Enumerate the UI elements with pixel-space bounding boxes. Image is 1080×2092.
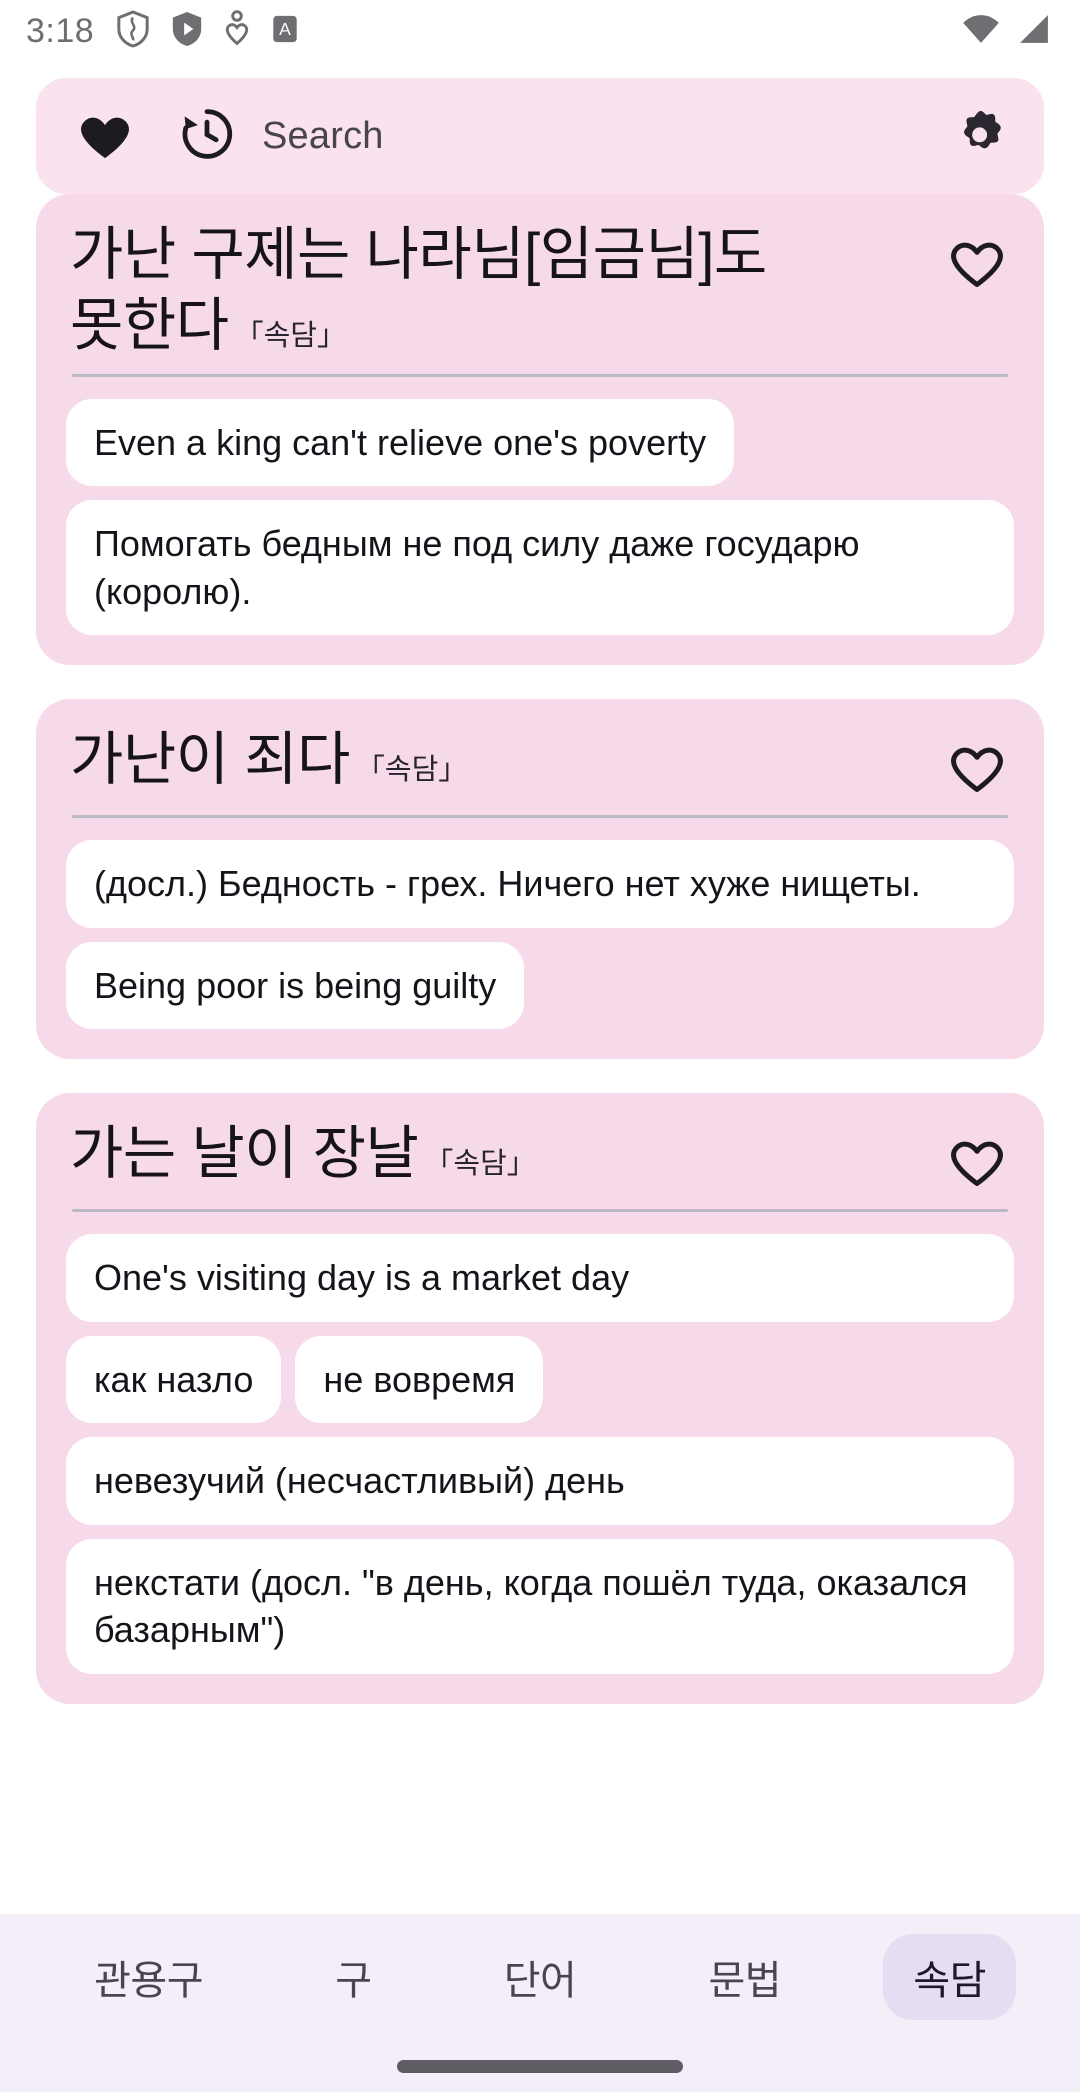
status-bar: 3:18 A xyxy=(0,0,1080,62)
svg-text:A: A xyxy=(279,18,291,38)
card-title-wrap: 가난이 죄다 「속담」 xyxy=(70,725,942,796)
translation-chips: (досл.) Бедность - грех. Ничего нет хуже… xyxy=(62,840,1018,1030)
translation-chip[interactable]: как назло xyxy=(66,1335,282,1424)
title-divider xyxy=(72,1209,1008,1213)
card-title-wrap: 가난 구제는 나라님[임금님]도 못한다 「속담」 xyxy=(70,220,942,362)
status-right-icons xyxy=(960,12,1054,51)
play-badge-icon xyxy=(170,10,204,53)
translation-chip[interactable]: невезучий (несчастливый) день xyxy=(66,1437,1014,1525)
translation-chip[interactable]: некстати (досл. "в день, когда пошёл туд… xyxy=(66,1538,1014,1674)
status-clock: 3:18 xyxy=(26,11,95,50)
shield-icon xyxy=(116,9,150,53)
title-divider xyxy=(72,373,1008,377)
card-header: 가는 날이 장날 「속담」 xyxy=(62,1119,1018,1197)
entry-pos-tag: 「속담」 xyxy=(424,1148,536,1181)
tab-word[interactable]: 단어 xyxy=(474,1934,607,2020)
history-clock-icon[interactable] xyxy=(178,105,236,168)
heart-outline-small-icon xyxy=(224,9,250,53)
tab-grammar[interactable]: 문법 xyxy=(678,1934,811,2020)
tab-bar: 관용구 구 단어 문법 속담 xyxy=(0,1914,1080,2040)
entry-title: 가는 날이 장날 「속담」 xyxy=(70,1119,924,1190)
entry-title-text: 가난 구제는 나라님[임금님]도 못한다 xyxy=(70,222,767,358)
letter-a-badge-icon: A xyxy=(270,10,300,53)
gear-icon[interactable] xyxy=(948,103,1010,170)
home-indicator-wrap xyxy=(0,2040,1080,2092)
results-list[interactable]: 가난 구제는 나라님[임금님]도 못한다 「속담」 Even a king can… xyxy=(0,194,1080,1914)
heart-outline-icon[interactable] xyxy=(946,737,1008,800)
bottom-navigation: 관용구 구 단어 문법 속담 xyxy=(0,1914,1080,2092)
heart-outline-icon[interactable] xyxy=(946,1131,1008,1194)
translation-chips: Even a king can't relieve one's poverty … xyxy=(62,398,1018,636)
heart-filled-icon[interactable] xyxy=(76,107,134,166)
translation-chip[interactable]: Even a king can't relieve one's poverty xyxy=(66,398,735,487)
entry-pos-tag: 「속담」 xyxy=(355,754,468,787)
favorite-button[interactable] xyxy=(942,1127,1012,1197)
entry-title-text: 가는 날이 장날 xyxy=(70,1121,419,1187)
entry-card[interactable]: 가난 구제는 나라님[임금님]도 못한다 「속담」 Even a king can… xyxy=(36,194,1044,666)
entry-title-text: 가난이 죄다 xyxy=(70,727,350,793)
status-left-icons: A xyxy=(116,9,300,53)
card-header: 가난이 죄다 「속담」 xyxy=(62,725,1018,803)
entry-card[interactable]: 가난이 죄다 「속담」 (досл.) Бедность - грех. Ниче… xyxy=(36,699,1044,1060)
translation-chips: One's visiting day is a market day как н… xyxy=(62,1234,1018,1674)
heart-outline-icon[interactable] xyxy=(946,232,1008,295)
cellular-signal-icon xyxy=(1014,12,1054,51)
favorite-button[interactable] xyxy=(942,228,1012,298)
tab-phrase[interactable]: 구 xyxy=(305,1934,401,2020)
card-title-wrap: 가는 날이 장날 「속담」 xyxy=(70,1119,942,1190)
translation-chip[interactable]: не вовремя xyxy=(295,1335,544,1424)
entry-pos-tag: 「속담」 xyxy=(234,319,346,352)
translation-chip[interactable]: Помогать бедным не под силу даже государ… xyxy=(66,500,1014,636)
entry-title: 가난 구제는 나라님[임금님]도 못한다 「속담」 xyxy=(70,220,924,362)
search-bar[interactable]: Search xyxy=(36,78,1044,194)
entry-card[interactable]: 가는 날이 장날 「속담」 One's visiting day is a mar… xyxy=(36,1093,1044,1704)
translation-chip[interactable]: One's visiting day is a market day xyxy=(66,1234,1014,1322)
card-header: 가난 구제는 나라님[임금님]도 못한다 「속담」 xyxy=(62,220,1018,362)
tab-idiom[interactable]: 관용구 xyxy=(64,1934,233,2020)
favorite-button[interactable] xyxy=(942,733,1012,803)
search-input[interactable]: Search xyxy=(262,115,948,158)
entry-title: 가난이 죄다 「속담」 xyxy=(70,725,924,796)
translation-chip[interactable]: Being poor is being guilty xyxy=(66,941,525,1030)
home-indicator[interactable] xyxy=(397,2059,683,2073)
tab-proverb[interactable]: 속담 xyxy=(883,1934,1016,2020)
title-divider xyxy=(72,815,1008,819)
wifi-icon xyxy=(960,12,1002,51)
translation-chip[interactable]: (досл.) Бедность - грех. Ничего нет хуже… xyxy=(66,840,1014,928)
